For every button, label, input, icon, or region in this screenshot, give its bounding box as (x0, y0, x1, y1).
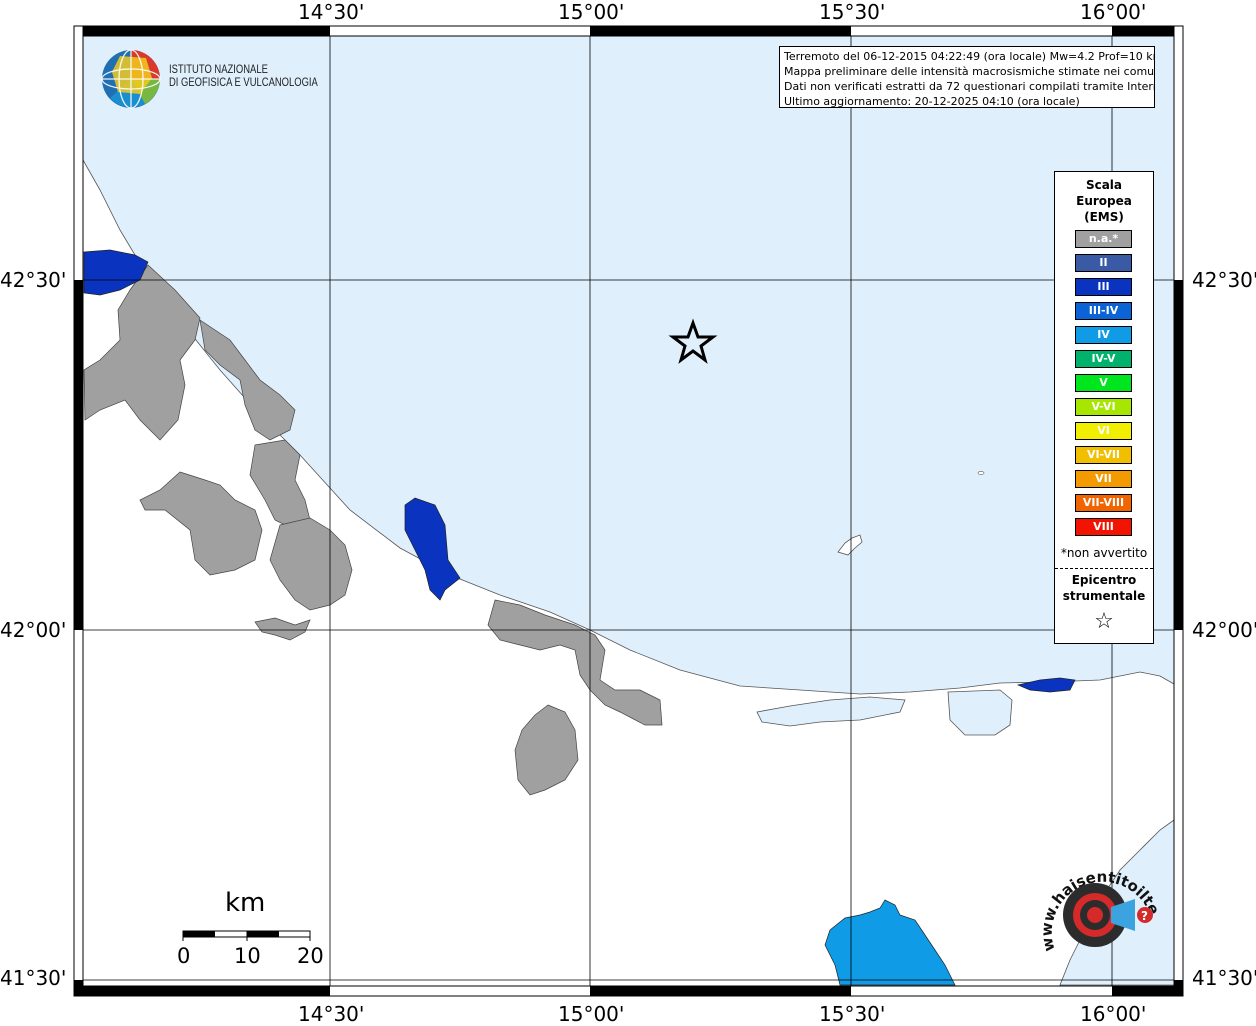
legend-note: *non avvertito (1060, 546, 1148, 560)
ingv-name: ISTITUTO NAZIONALE DI GEOFISICA E VULCAN… (169, 64, 318, 90)
legend-item-v-vi: V-VI (1075, 398, 1132, 416)
ingv-name-line-2: DI GEOFISICA E VULCANOLOGIA (169, 77, 318, 89)
legend-item-n-a: n.a.* (1075, 230, 1132, 248)
legend-epicenter-line-1: Epicentro (1071, 573, 1137, 587)
info-line-description: Mappa preliminare delle intensità macros… (784, 65, 1155, 78)
hai-sentito-logo-icon: www.haisentitoilterremoto.it ? (1027, 841, 1163, 953)
legend-item-vi: VI (1075, 422, 1132, 440)
legend-item-iv: IV (1075, 326, 1132, 344)
scale-tick-10: 10 (234, 944, 261, 968)
ingv-name-line-1: ISTITUTO NAZIONALE (169, 64, 268, 76)
legend-item-vii: VII (1075, 470, 1132, 488)
legend-item-ii: II (1075, 254, 1132, 272)
legend-item-viii: VIII (1075, 518, 1132, 536)
ingv-globe-icon (101, 49, 161, 109)
svg-text:?: ? (1141, 909, 1148, 923)
pianosa-island (977, 471, 985, 475)
scale-tick-20: 20 (297, 944, 324, 968)
lon-label-top-3: 15°30' (819, 0, 886, 24)
legend-epicenter-line-2: strumentale (1062, 589, 1146, 603)
lon-label-top-4: 16°00' (1080, 0, 1147, 24)
lat-label-left-2: 42°00' (0, 618, 67, 642)
legend-item-iii: III (1075, 278, 1132, 296)
legend-separator (1055, 568, 1153, 569)
legend-epicenter-label: Epicentro strumentale (1055, 572, 1153, 604)
scale-bar: km 0 10 20 (170, 888, 330, 978)
legend-item-iv-v: IV-V (1075, 350, 1132, 368)
lon-label-top-2: 15°00' (558, 0, 625, 24)
legend-item-iii-iv: III-IV (1075, 302, 1132, 320)
legend-item-vi-vii: VI-VII (1075, 446, 1132, 464)
lat-label-right-1: 42°30' (1192, 268, 1256, 292)
lat-label-right-3: 41°30' (1192, 966, 1256, 990)
info-line-updated: Ultimo aggiornamento: 20-12-2025 04:10 (… (784, 95, 1080, 108)
ems-legend: Scala Europea (EMS) n.a.* II III III-IV IV IV… (1054, 171, 1154, 644)
lon-label-top-1: 14°30' (298, 0, 365, 24)
legend-title-line-3: (EMS) (1084, 210, 1124, 224)
legend-item-v: V (1075, 374, 1132, 392)
legend-title-line-2: Europea (1076, 194, 1132, 208)
lon-label-bottom-1: 14°30' (298, 1002, 365, 1026)
legend-star-icon: ☆ (1094, 609, 1114, 634)
lat-label-right-2: 42°00' (1192, 618, 1256, 642)
legend-item-vii-viii: VII-VIII (1075, 494, 1132, 512)
lon-label-bottom-3: 15°30' (819, 1002, 886, 1026)
scale-unit: km (225, 888, 266, 918)
lon-label-bottom-4: 16°00' (1080, 1002, 1147, 1026)
ingv-logo: ISTITUTO NAZIONALE DI GEOFISICA E VULCAN… (100, 48, 330, 110)
legend-title: Scala Europea (EMS) (1055, 177, 1153, 225)
info-line-source: Dati non verificati estratti da 72 quest… (784, 80, 1155, 93)
lon-label-bottom-2: 15°00' (558, 1002, 625, 1026)
hai-sentito-logo: www.haisentitoilterremoto.it ? (1027, 841, 1165, 970)
legend-title-line-1: Scala (1085, 178, 1123, 192)
event-info-box: Terremoto del 06-12-2015 04:22:49 (ora l… (779, 46, 1155, 108)
scale-tick-0: 0 (177, 944, 191, 968)
lat-label-left-1: 42°30' (0, 268, 67, 292)
lat-label-left-3: 41°30' (0, 966, 67, 990)
info-line-event: Terremoto del 06-12-2015 04:22:49 (ora l… (784, 50, 1155, 63)
